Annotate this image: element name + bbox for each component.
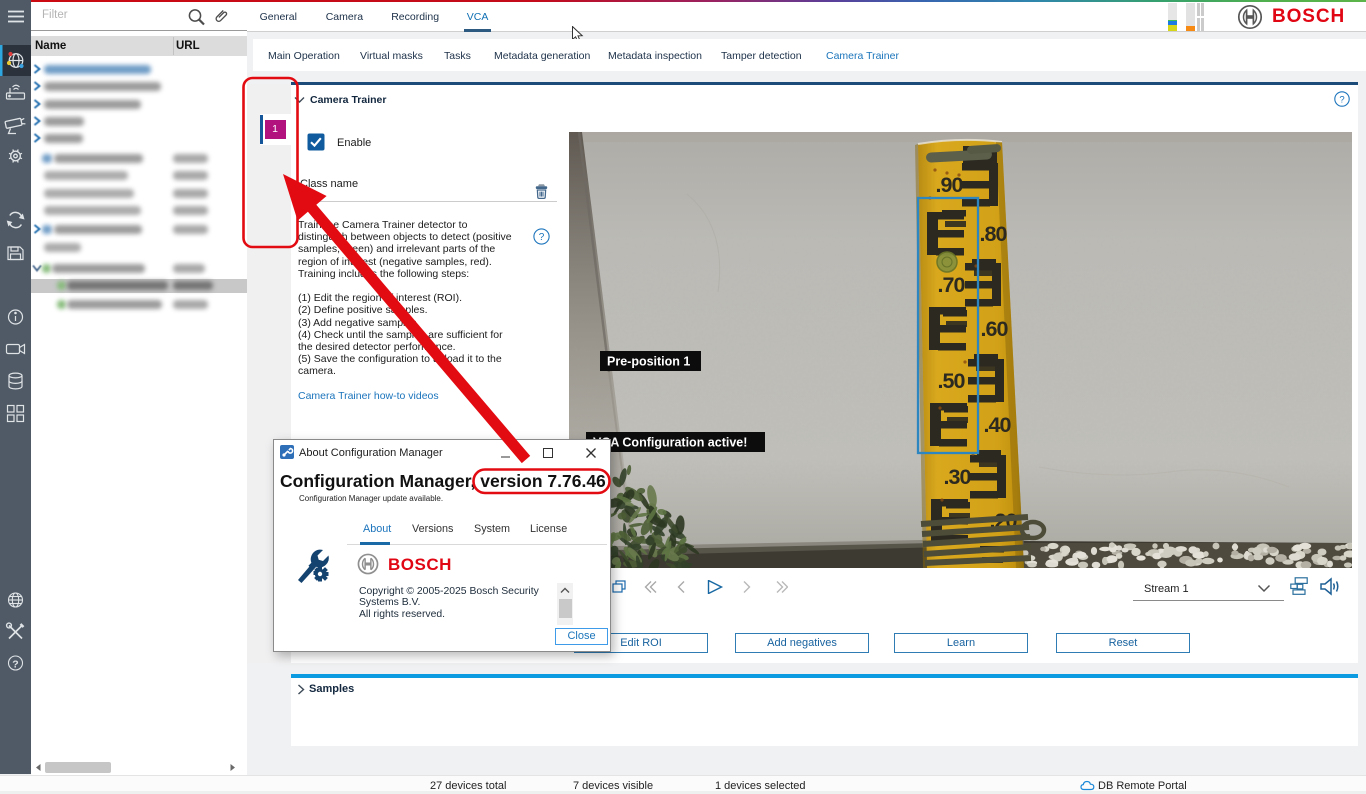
svg-text:.80: .80 (980, 222, 1008, 246)
svg-text:?: ? (12, 659, 18, 671)
svg-text:.70: .70 (938, 273, 966, 297)
svg-text:.50: .50 (938, 369, 966, 393)
svg-text:?: ? (1339, 94, 1344, 105)
svg-text:Pre-position 1: Pre-position 1 (607, 355, 690, 369)
svg-text:.40: .40 (984, 413, 1012, 437)
svg-text:VCA Configuration active!: VCA Configuration active! (593, 436, 747, 450)
svg-text:.90: .90 (936, 173, 964, 197)
svg-text:.60: .60 (981, 317, 1009, 341)
svg-text:.30: .30 (944, 465, 972, 489)
svg-text:?: ? (539, 232, 545, 243)
